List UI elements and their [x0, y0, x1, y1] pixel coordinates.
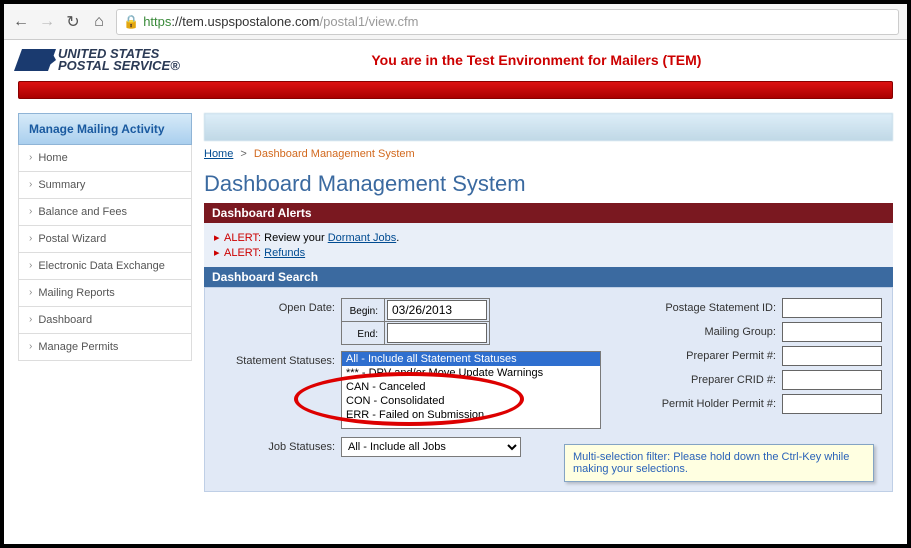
reload-icon[interactable]: ↻ — [64, 13, 82, 31]
url-protocol: https — [143, 14, 171, 29]
chevron-right-icon: › — [29, 152, 32, 163]
forward-icon: → — [38, 13, 56, 31]
page-header: UNITED STATES POSTAL SERVICE® You are in… — [4, 40, 907, 77]
sidebar-item-label: Electronic Data Exchange — [38, 260, 165, 272]
sidebar-item-label: Balance and Fees — [38, 206, 127, 218]
status-option[interactable]: ERR - Failed on Submission — [342, 408, 600, 422]
open-date-label: Open Date: — [211, 298, 341, 314]
sidebar-item-summary[interactable]: › Summary — [18, 172, 192, 199]
alert-row: ▸ ALERT: Review your Dormant Jobs. — [214, 231, 883, 244]
sidebar-item-label: Manage Permits — [38, 341, 118, 353]
sidebar-item-label: Postal Wizard — [38, 233, 106, 245]
begin-date-input[interactable] — [387, 300, 487, 320]
status-option[interactable]: All - Include all Statement Statuses — [342, 352, 600, 366]
alert-text: Review your — [261, 232, 328, 244]
sidebar-item-edx[interactable]: › Electronic Data Exchange — [18, 253, 192, 280]
begin-label: Begin: — [344, 306, 382, 317]
preparer-crid-input[interactable] — [782, 370, 882, 390]
breadcrumb-sep: > — [240, 148, 246, 160]
sidebar-title: Manage Mailing Activity — [18, 113, 192, 145]
preparer-crid-label: Preparer CRID #: — [622, 370, 782, 386]
url-host: ://tem.uspspostalone.com — [171, 14, 319, 29]
alert-link-refunds[interactable]: Refunds — [264, 247, 305, 259]
alert-caret-icon: ▸ — [214, 247, 220, 259]
sidebar-item-label: Home — [38, 152, 67, 164]
statement-statuses-listbox[interactable]: All - Include all Statement Statuses ***… — [341, 351, 601, 429]
alert-caret-icon: ▸ — [214, 232, 220, 244]
sidebar-item-dashboard[interactable]: › Dashboard — [18, 307, 192, 334]
holder-permit-label: Permit Holder Permit #: — [622, 394, 782, 410]
sidebar-item-label: Summary — [38, 179, 85, 191]
postage-id-label: Postage Statement ID: — [622, 298, 782, 314]
preparer-permit-label: Preparer Permit #: — [622, 346, 782, 362]
back-icon[interactable]: ← — [12, 13, 30, 31]
sidebar-item-balance[interactable]: › Balance and Fees — [18, 199, 192, 226]
chevron-right-icon: › — [29, 206, 32, 217]
chevron-right-icon: › — [29, 341, 32, 352]
sidebar-item-label: Dashboard — [38, 314, 92, 326]
sidebar-item-reports[interactable]: › Mailing Reports — [18, 280, 192, 307]
alerts-bar: Dashboard Alerts — [204, 203, 893, 223]
mailing-group-input[interactable] — [782, 322, 882, 342]
end-label: End: — [344, 329, 382, 340]
header-red-bar — [18, 81, 893, 99]
alert-row: ▸ ALERT: Refunds — [214, 246, 883, 259]
alerts-body: ▸ ALERT: Review your Dormant Jobs. ▸ ALE… — [204, 223, 893, 267]
end-date-input[interactable] — [387, 323, 487, 343]
statement-statuses-label: Statement Statuses: — [211, 351, 341, 367]
chevron-right-icon: › — [29, 314, 32, 325]
breadcrumb-home[interactable]: Home — [204, 148, 233, 160]
status-option[interactable]: CAN - Canceled — [342, 380, 600, 394]
home-icon[interactable]: ⌂ — [90, 13, 108, 31]
preparer-permit-input[interactable] — [782, 346, 882, 366]
breadcrumb-current: Dashboard Management System — [254, 148, 415, 160]
status-option[interactable]: CON - Consolidated — [342, 394, 600, 408]
search-right-column: Postage Statement ID: Mailing Group: Pre… — [602, 298, 882, 418]
holder-permit-input[interactable] — [782, 394, 882, 414]
mailing-group-label: Mailing Group: — [622, 322, 782, 338]
content-header-band — [204, 113, 893, 141]
job-statuses-label: Job Statuses: — [211, 437, 341, 453]
alert-prefix: ALERT: — [224, 247, 261, 259]
status-option[interactable]: *** - DPV and/or Move Update Warnings — [342, 366, 600, 380]
chevron-right-icon: › — [29, 233, 32, 244]
chevron-right-icon: › — [29, 179, 32, 190]
chevron-right-icon: › — [29, 260, 32, 271]
content-area: Home > Dashboard Management System Dashb… — [204, 113, 893, 492]
sidebar-item-permits[interactable]: › Manage Permits — [18, 334, 192, 361]
sidebar-item-home[interactable]: › Home — [18, 145, 192, 172]
sidebar-item-label: Mailing Reports — [38, 287, 114, 299]
lock-icon: 🔒 — [123, 14, 139, 30]
brand-line2: POSTAL SERVICE® — [58, 60, 180, 72]
browser-toolbar: ← → ↻ ⌂ 🔒 https://tem.uspspostalone.com/… — [4, 4, 907, 40]
eagle-icon — [14, 49, 56, 71]
url-path: /postal1/view.cfm — [320, 14, 419, 29]
sidebar: Manage Mailing Activity › Home › Summary ›… — [18, 113, 192, 492]
alert-prefix: ALERT: — [224, 232, 261, 244]
sidebar-item-wizard[interactable]: › Postal Wizard — [18, 226, 192, 253]
chevron-right-icon: › — [29, 287, 32, 298]
page-title: Dashboard Management System — [204, 171, 893, 197]
breadcrumb: Home > Dashboard Management System — [204, 145, 893, 163]
alert-link-dormant[interactable]: Dormant Jobs — [328, 232, 396, 244]
alert-suffix: . — [396, 232, 399, 244]
job-statuses-select[interactable]: All - Include all Jobs — [341, 437, 521, 457]
tem-banner: You are in the Test Environment for Mail… — [180, 52, 893, 68]
usps-logo: UNITED STATES POSTAL SERVICE® — [18, 48, 180, 73]
postage-id-input[interactable] — [782, 298, 882, 318]
address-bar[interactable]: 🔒 https://tem.uspspostalone.com/postal1/… — [116, 9, 899, 35]
search-bar: Dashboard Search — [204, 267, 893, 287]
multiselect-tooltip: Multi-selection filter: Please hold down… — [564, 444, 874, 482]
